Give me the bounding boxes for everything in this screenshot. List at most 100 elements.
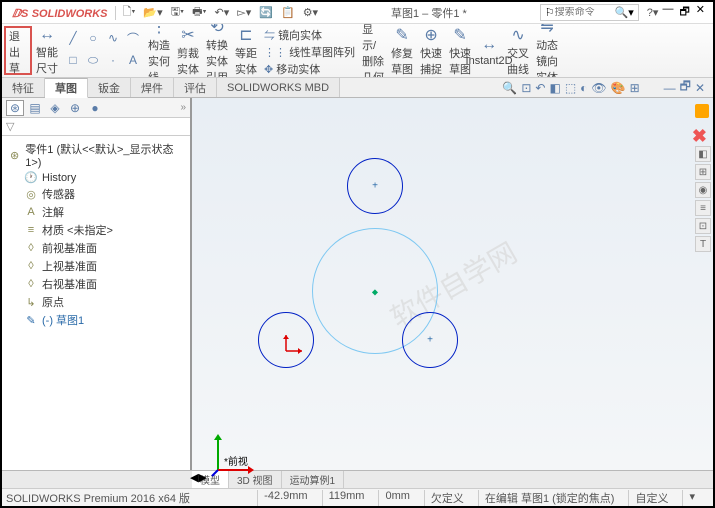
search-input[interactable] [555, 7, 615, 18]
exit-sketch-button[interactable]: ⎋ 退出草图 [4, 26, 32, 75]
history-icon: 🕐 [24, 171, 38, 184]
text-tool[interactable]: A [124, 50, 142, 70]
trim-entities-button[interactable]: ✂ 剪裁实体 [174, 26, 202, 75]
rebuild-button[interactable]: 🔄 [255, 4, 277, 21]
repair-icon: ✎ [395, 25, 408, 45]
help-button[interactable]: ?▾ [643, 4, 663, 21]
task-pane-tab-5[interactable]: ⊡ [695, 218, 711, 234]
tab-sheetmetal[interactable]: 钣金 [88, 78, 131, 97]
search-command[interactable]: ⚐ 🔍▾ [540, 4, 639, 21]
ellipse-tool[interactable]: ⬭ [84, 50, 102, 70]
options-button[interactable]: 📋 [277, 4, 299, 21]
bottom-tab-motion[interactable]: 运动算例1 [282, 471, 345, 488]
mirror-entities-button[interactable]: ⇋ 镜向实体 [264, 27, 355, 43]
display-style-icon[interactable]: ◐ [580, 81, 587, 95]
quick-snaps-button[interactable]: ⊕ 快速捕捉 [417, 26, 445, 75]
document-title: 草图1 – 零件1 * [322, 5, 536, 21]
tab-sketch[interactable]: 草图 [45, 78, 88, 98]
dynamic-mirror-button[interactable]: ⇋ 动态镜向实体 [533, 26, 561, 75]
view-orient-icon[interactable]: ⬚ [565, 81, 576, 95]
spline-tool[interactable]: ∿ [104, 28, 122, 48]
zoom-area-icon[interactable]: ⊡ [521, 81, 531, 95]
task-pane-tab-4[interactable]: ≡ [695, 200, 711, 216]
select-button[interactable]: ▻▾ [233, 4, 255, 21]
shaded-contour-button[interactable]: ∿ 交叉曲线 [504, 26, 532, 75]
annotation-icon: A [24, 206, 38, 218]
task-pane-tab-6[interactable]: T [695, 236, 711, 252]
section-view-icon[interactable]: ◧ [549, 81, 560, 95]
tree-material[interactable]: ≡材质 <未指定> [6, 221, 186, 239]
appearance-icon[interactable]: 🎨 [611, 81, 626, 95]
flag-icon: ⚐ [545, 6, 555, 19]
construction-line-button[interactable]: ⋮ 构造实何线 [145, 26, 173, 75]
task-pane-tab-3[interactable]: ◉ [695, 182, 711, 198]
tab-mbd[interactable]: SOLIDWORKS MBD [217, 78, 340, 97]
dyn-mirror-icon: ⇋ [540, 24, 553, 37]
linear-pattern-button[interactable]: ⋮⋮ 线性草图阵列 [264, 44, 355, 60]
offset-entities-button[interactable]: ⊏ 等距实体 [232, 26, 260, 75]
tree-root[interactable]: ⊛零件1 (默认<<默认>_显示状态 1>) [6, 140, 186, 170]
panel-tab-property[interactable]: ▤ [26, 100, 44, 116]
rect-tool[interactable]: □ [64, 50, 82, 70]
sketch-confirm-corner[interactable]: ✖ [692, 126, 707, 147]
tree-front-plane[interactable]: ◊前视基准面 [6, 239, 186, 257]
plane-icon: ◊ [24, 242, 38, 254]
circle-tool[interactable]: ○ [84, 28, 102, 48]
repair-sketch-button[interactable]: ✎ 修复草图 [388, 26, 416, 75]
sketch-origin-triad [274, 333, 304, 363]
instant2d-button[interactable]: ↔ Instant2D [475, 26, 503, 75]
new-file-button[interactable]: 🗋▾ [118, 1, 139, 24]
viewport[interactable]: 软件自学网 ✖ ◧ ⊞ ◉ ≡ ⊡ T + + ◆ [192, 98, 713, 470]
panel-tab-appearance[interactable]: ● [86, 100, 104, 116]
convert-entities-button[interactable]: ⟲ 转换实体引用 [203, 26, 231, 75]
smart-dimension-button[interactable]: ↔ 智能尺寸 [33, 26, 61, 75]
rapid-sketch-button[interactable]: ✎ 快速草图 [446, 26, 474, 75]
open-file-button[interactable]: 📂▾ [139, 4, 166, 21]
tree-history[interactable]: 🕐History [6, 170, 186, 185]
doc-close-icon[interactable]: ✕ [695, 81, 705, 95]
save-button[interactable]: 🖫▾ [167, 1, 188, 24]
view-orientation-label: *前视 [224, 453, 248, 468]
task-pane-tab-2[interactable]: ⊞ [695, 164, 711, 180]
move-icon: ✥ [264, 64, 273, 76]
print-button[interactable]: 🖶▾ [188, 1, 210, 24]
doc-restore-icon[interactable]: 🗗 [680, 77, 691, 98]
task-pane-tab-1[interactable]: ◧ [695, 146, 711, 162]
undo-button[interactable]: ↶▾ [211, 4, 234, 21]
filter-icon[interactable]: ▽ [6, 120, 14, 133]
tree-annotations[interactable]: A注解 [6, 203, 186, 221]
hide-show-icon[interactable]: 👁 [591, 81, 606, 95]
close-button[interactable]: ✕ [696, 3, 705, 22]
point-tool[interactable]: · [104, 50, 122, 70]
center-right: + [427, 335, 433, 346]
minimize-button[interactable]: — [662, 3, 673, 22]
tab-weldment[interactable]: 焊件 [131, 78, 174, 97]
tree-sketch1[interactable]: ✎(-) 草图1 [6, 311, 186, 329]
status-custom[interactable]: 自定义 [628, 490, 674, 506]
scene-icon[interactable]: ⊞ [630, 81, 640, 95]
status-arrow[interactable]: ▾ [682, 490, 701, 506]
tree-right-plane[interactable]: ◊右视基准面 [6, 275, 186, 293]
sketch-icon: ✎ [24, 314, 38, 327]
display-relations-button[interactable]: ⊥ 显示/删除几何关系 [359, 26, 387, 75]
settings-button[interactable]: ⚙▾ [299, 4, 322, 21]
tree-top-plane[interactable]: ◊上视基准面 [6, 257, 186, 275]
move-entities-button[interactable]: ✥ 移动实体 [264, 61, 355, 77]
restore-button[interactable]: 🗗 [679, 3, 689, 22]
tree-sensors[interactable]: ◎传感器 [6, 185, 186, 203]
panel-tab-display[interactable]: ⊕ [66, 100, 84, 116]
tab-feature[interactable]: 特征 [2, 78, 45, 97]
line-tool[interactable]: ╱ [64, 28, 82, 48]
panel-tab-config[interactable]: ◈ [46, 100, 64, 116]
tab-evaluate[interactable]: 评估 [174, 78, 217, 97]
tree-origin[interactable]: ↳原点 [6, 293, 186, 311]
part-icon: ⊛ [8, 149, 21, 162]
panel-tab-feature-tree[interactable]: ⊛ [6, 100, 24, 116]
doc-min-icon[interactable]: — [664, 81, 676, 95]
prev-view-icon[interactable]: ↶ [535, 81, 545, 95]
zoom-fit-icon[interactable]: 🔍 [502, 81, 517, 95]
sketch-tools-grid: ╱ ○ ∿ ⌒ □ ⬭ · A [62, 26, 144, 75]
sw-cube-icon[interactable] [695, 104, 709, 118]
arc-tool[interactable]: ⌒ [124, 28, 142, 48]
trim-icon: ✂ [181, 25, 194, 45]
